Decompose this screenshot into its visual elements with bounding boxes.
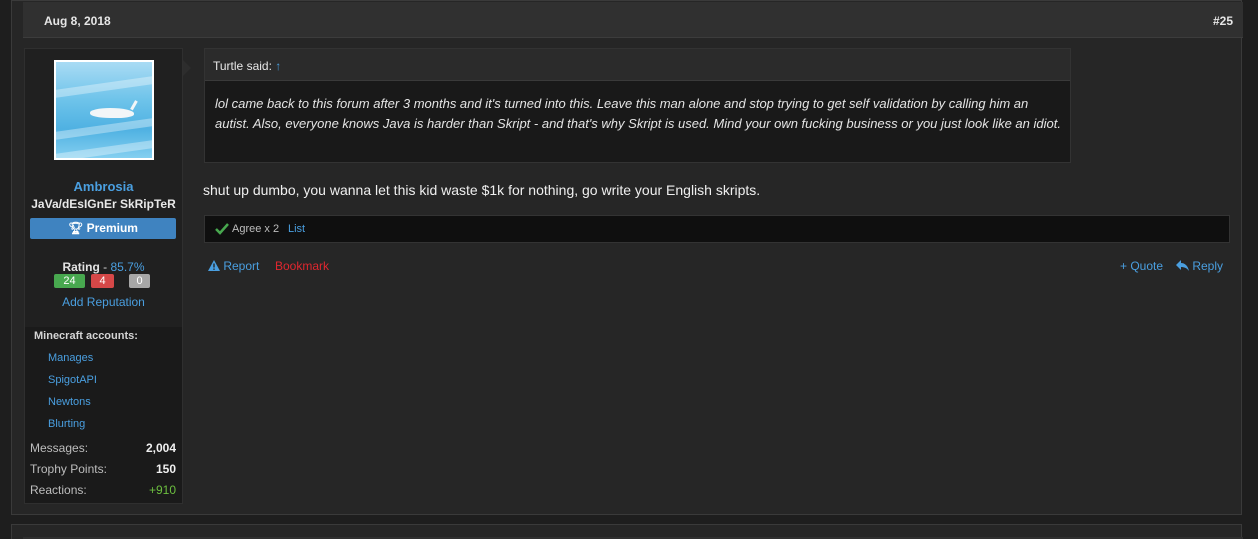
minecraft-account-link[interactable]: SpigotAPI xyxy=(48,374,97,386)
avatar[interactable] xyxy=(54,60,154,160)
bookmark-button[interactable]: Bookmark xyxy=(275,259,329,273)
minecraft-account-link[interactable]: Blurting xyxy=(48,418,85,430)
rating: Rating - 85.7% xyxy=(25,260,182,274)
reaction-summary[interactable]: Agree x 2 xyxy=(232,223,279,235)
premium-badge: 🏆︎ Premium xyxy=(30,218,176,239)
stat-label: Messages: xyxy=(30,441,89,455)
add-reputation-link[interactable]: Add Reputation xyxy=(25,295,182,309)
dolphin-icon xyxy=(90,108,134,118)
post-date[interactable]: Aug 8, 2018 xyxy=(44,14,111,28)
stat-value: +910 xyxy=(148,483,176,497)
post-number[interactable]: #25 xyxy=(1213,14,1233,28)
reply-label: Reply xyxy=(1192,259,1224,273)
rating-label: Rating xyxy=(62,260,100,274)
trophy-icon: 🏆︎ xyxy=(68,221,84,235)
reply-button[interactable]: Reply xyxy=(1176,259,1223,273)
stat-value[interactable]: 150 xyxy=(156,462,176,476)
stat-value[interactable]: 2,004 xyxy=(146,441,176,455)
quote-button[interactable]: + Quote xyxy=(1120,259,1163,273)
neutral-rating-badge[interactable]: 0 xyxy=(129,274,150,288)
message-pointer xyxy=(183,60,191,76)
user-info-top: Ambrosia JaVa/dEsIGnEr SkRipTeR 🏆︎ Premi… xyxy=(25,49,182,327)
premium-label: Premium xyxy=(86,221,138,235)
report-label: Report xyxy=(223,259,260,273)
quote-text: lol came back to this forum after 3 mont… xyxy=(215,96,1061,131)
stat-reactions: Reactions: +910 xyxy=(30,483,176,499)
minecraft-account-link[interactable]: Newtons xyxy=(48,396,91,408)
checkmark-icon xyxy=(215,223,229,235)
stat-trophy-points: Trophy Points: 150 xyxy=(30,462,176,478)
jump-to-quote-icon[interactable]: ↑ xyxy=(275,59,281,73)
post-header: Aug 8, 2018 #25 xyxy=(23,2,1243,38)
warning-triangle-icon xyxy=(208,260,220,271)
stat-messages: Messages: 2,004 xyxy=(30,441,176,457)
reply-arrow-icon xyxy=(1176,260,1189,271)
quote-header: Turtle said: ↑ xyxy=(205,49,1070,81)
negative-rating-badge[interactable]: 4 xyxy=(91,274,114,288)
stat-label: Trophy Points: xyxy=(30,462,107,476)
username[interactable]: Ambrosia xyxy=(25,179,182,194)
quote-author: Turtle said: xyxy=(213,59,272,73)
minecraft-account-link[interactable]: Manages xyxy=(48,352,93,364)
rating-percent: 85.7% xyxy=(110,260,145,274)
rating-badges: 24 4 0 xyxy=(54,274,154,290)
rating-separator: - xyxy=(99,260,111,274)
user-title: JaVa/dEsIGnEr SkRipTeR xyxy=(31,197,176,211)
report-button[interactable]: Report xyxy=(208,259,259,273)
minecraft-accounts-title: Minecraft accounts: xyxy=(34,330,138,342)
user-info-panel: Ambrosia JaVa/dEsIGnEr SkRipTeR 🏆︎ Premi… xyxy=(24,48,183,504)
positive-rating-badge[interactable]: 24 xyxy=(54,274,85,288)
message-text: shut up dumbo, you wanna let this kid wa… xyxy=(203,182,761,198)
reactions-bar: Agree x 2 List xyxy=(204,215,1230,243)
quote-block: Turtle said: ↑ lol came back to this for… xyxy=(204,48,1071,163)
stat-label: Reactions: xyxy=(30,483,87,497)
next-post-container xyxy=(11,524,1243,539)
reactions-list-link[interactable]: List xyxy=(288,223,305,235)
